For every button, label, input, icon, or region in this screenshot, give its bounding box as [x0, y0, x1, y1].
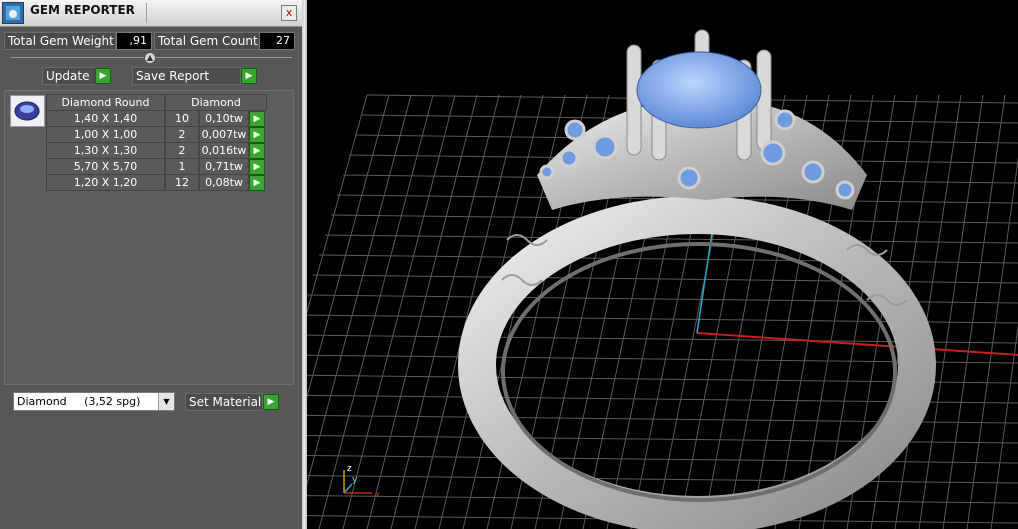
green-play-icon: ▶	[253, 162, 261, 172]
round-diamond-icon[interactable]	[10, 95, 45, 127]
grid-line	[307, 94, 368, 314]
gem-size-cell: 1,30 X 1,30	[46, 142, 165, 159]
gem-reporter-icon	[2, 2, 24, 24]
green-play-icon: ▶	[267, 397, 275, 407]
green-play-icon: ▶	[253, 178, 261, 188]
close-icon: x	[285, 6, 293, 19]
column-header-shape: Diamond Round	[46, 94, 165, 111]
grid-line	[307, 94, 412, 487]
viewport-scene: z y x	[307, 29, 1018, 529]
grid-line	[307, 455, 1018, 464]
save-report-go-button[interactable]: ▶	[241, 68, 257, 84]
green-play-icon: ▶	[253, 146, 261, 156]
green-play-icon: ▶	[99, 71, 107, 81]
green-play-icon: ▶	[245, 71, 253, 81]
3d-viewport[interactable]: z y x	[307, 0, 1018, 529]
grid-line	[312, 274, 1018, 284]
axis-y-label: y	[352, 475, 358, 485]
axis-gizmo: z y x	[343, 464, 381, 500]
gem-weight-cell: 0,10tw	[199, 110, 249, 127]
total-gem-count-label: Total Gem Count	[154, 32, 260, 50]
grid-line	[318, 94, 434, 529]
ring-band-inner-shadow	[501, 242, 897, 502]
gem-weight-cell: 0,016tw	[199, 142, 249, 159]
total-gem-count-value: 27	[259, 32, 295, 50]
gem-count-cell: 2	[165, 126, 199, 143]
row-go-button[interactable]: ▶	[249, 143, 265, 159]
gem-reporter-panel: GEM REPORTER x Total Gem Weight ,91 Tota…	[0, 0, 302, 529]
gem-weight-cell: 0,007tw	[199, 126, 249, 143]
ring-band-outer	[458, 196, 936, 529]
gem-count-cell: 1	[165, 158, 199, 175]
gem-weight-cell: 0,71tw	[199, 158, 249, 175]
panel-title: GEM REPORTER	[30, 3, 135, 17]
grid-line	[324, 234, 1018, 244]
grid-line	[366, 94, 478, 529]
total-gem-weight-label: Total Gem Weight	[4, 32, 116, 50]
update-button[interactable]: Update	[42, 67, 97, 85]
gem-count-cell: 12	[165, 174, 199, 191]
grid-line	[342, 94, 456, 529]
row-go-button[interactable]: ▶	[249, 159, 265, 175]
gem-size-cell: 5,70 X 5,70	[46, 158, 165, 175]
gem-count-cell: 2	[165, 142, 199, 159]
total-gem-weight-value: ,91	[116, 32, 152, 50]
close-button[interactable]: x	[281, 5, 297, 21]
gem-size-cell: 1,40 X 1,40	[46, 110, 165, 127]
set-material-button[interactable]: Set Material	[185, 393, 263, 411]
title-separator	[146, 3, 147, 23]
title-bar: GEM REPORTER x	[0, 0, 302, 27]
gem-count-cell: 10	[165, 110, 199, 127]
grid-line	[942, 94, 1006, 529]
material-select-value: Diamond (3,52 spg)	[17, 395, 141, 408]
update-go-button[interactable]: ▶	[95, 68, 111, 84]
row-go-button[interactable]: ▶	[249, 111, 265, 127]
gem-size-cell: 1,20 X 1,20	[46, 174, 165, 191]
material-dropdown[interactable]: Diamond (3,52 spg) ▼	[13, 392, 175, 411]
green-play-icon: ▶	[253, 130, 261, 140]
chevron-down-icon[interactable]: ▼	[158, 393, 174, 410]
axis-x-label: x	[375, 490, 381, 500]
axis-z-label: z	[347, 464, 352, 474]
column-header-material: Diamond	[165, 94, 267, 111]
center-gem	[636, 51, 762, 129]
green-play-icon: ▶	[253, 114, 261, 124]
row-go-button[interactable]: ▶	[249, 175, 265, 191]
row-go-button[interactable]: ▶	[249, 127, 265, 143]
set-material-go-button[interactable]: ▶	[263, 394, 279, 410]
gem-size-cell: 1,00 X 1,00	[46, 126, 165, 143]
gem-weight-cell: 0,08tw	[199, 174, 249, 191]
collapse-handle[interactable]: ▲	[144, 52, 156, 64]
grid-line	[307, 475, 1018, 484]
save-report-button[interactable]: Save Report	[132, 67, 241, 85]
grid-line	[966, 156, 1018, 529]
grid-line	[990, 323, 1018, 529]
